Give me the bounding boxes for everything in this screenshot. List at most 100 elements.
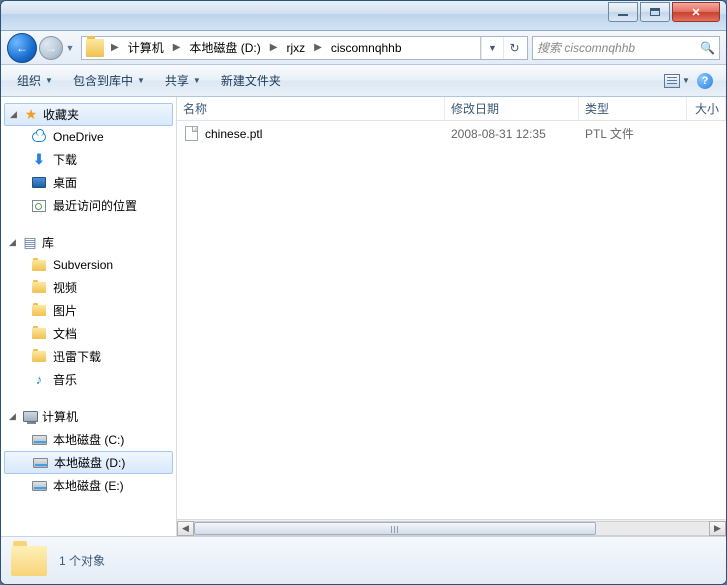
- folder-large-icon: [11, 546, 47, 576]
- collapse-icon[interactable]: ◢: [7, 411, 18, 422]
- computer-header[interactable]: ◢ 计算机: [1, 405, 176, 428]
- breadcrumb-folder1[interactable]: rjxz: [282, 41, 309, 55]
- sidebar-item-music[interactable]: ♪音乐: [1, 368, 176, 391]
- include-library-menu[interactable]: 包含到库中 ▼: [65, 68, 153, 93]
- address-bar[interactable]: ▶ 计算机 ▶ 本地磁盘 (D:) ▶ rjxz ▶ ciscomnqhhb ▼…: [81, 36, 528, 60]
- item-label: 图片: [53, 302, 77, 319]
- collapse-icon[interactable]: ◢: [8, 109, 19, 120]
- arrow-left-icon: ←: [16, 41, 28, 55]
- favorites-group: ◢ ★ 收藏夹 OneDrive ⬇ 下载 桌面 最近访问的位置: [1, 103, 176, 217]
- file-name: chinese.ptl: [205, 127, 262, 141]
- pictures-icon: [31, 303, 47, 319]
- minimize-button[interactable]: [608, 2, 638, 22]
- column-header-name[interactable]: 名称: [177, 97, 445, 120]
- refresh-button[interactable]: ↻: [503, 37, 525, 59]
- breadcrumb-folder2[interactable]: ciscomnqhhb: [327, 41, 406, 55]
- desktop-icon: [31, 175, 47, 191]
- file-date-cell: 2008-08-31 12:35: [445, 127, 579, 141]
- nav-back-button[interactable]: ←: [7, 33, 37, 63]
- explorer-window: ✕ ← → ▼ ▶ 计算机 ▶ 本地磁盘 (D:) ▶ rjxz ▶ cisco…: [0, 0, 727, 585]
- sidebar-item-downloads[interactable]: ⬇ 下载: [1, 148, 176, 171]
- libraries-header[interactable]: ◢ ▤ 库: [1, 231, 176, 254]
- explorer-body: ◢ ★ 收藏夹 OneDrive ⬇ 下载 桌面 最近访问的位置 ◢ ▤ 库 Su…: [1, 97, 726, 536]
- item-label: 本地磁盘 (E:): [53, 477, 124, 494]
- close-button[interactable]: ✕: [672, 2, 720, 22]
- collapse-icon[interactable]: ◢: [7, 237, 18, 248]
- column-header-date[interactable]: 修改日期: [445, 97, 579, 120]
- scroll-track[interactable]: [194, 521, 709, 536]
- nav-forward-button[interactable]: →: [39, 36, 63, 60]
- sidebar-item-drive-e[interactable]: 本地磁盘 (E:): [1, 474, 176, 497]
- download-icon: ⬇: [31, 152, 47, 168]
- file-name-cell: chinese.ptl: [177, 126, 445, 142]
- chevron-down-icon: ▼: [45, 76, 53, 85]
- sidebar-item-desktop[interactable]: 桌面: [1, 171, 176, 194]
- star-icon: ★: [23, 107, 39, 123]
- recent-icon: [31, 198, 47, 214]
- item-label: 本地磁盘 (C:): [53, 431, 124, 448]
- chevron-down-icon: ▼: [137, 76, 145, 85]
- sidebar-item-drive-c[interactable]: 本地磁盘 (C:): [1, 428, 176, 451]
- help-button[interactable]: ?: [692, 69, 718, 93]
- computer-label: 计算机: [42, 408, 78, 425]
- chevron-right-icon[interactable]: ▶: [265, 42, 283, 53]
- window-controls: ✕: [608, 2, 720, 22]
- breadcrumb-computer[interactable]: 计算机: [124, 39, 168, 56]
- maximize-button[interactable]: [640, 2, 670, 22]
- drive-icon: [31, 478, 47, 494]
- status-bar: 1 个对象: [1, 536, 726, 584]
- chevron-down-icon: ▼: [193, 76, 201, 85]
- nav-history-dropdown[interactable]: ▼: [63, 36, 77, 60]
- folder-icon: [86, 39, 104, 57]
- col-label: 类型: [585, 100, 609, 117]
- include-label: 包含到库中: [73, 72, 133, 89]
- organize-menu[interactable]: 组织 ▼: [9, 68, 61, 93]
- toolbar-right: ▼ ?: [664, 69, 718, 93]
- new-folder-button[interactable]: 新建文件夹: [213, 68, 289, 93]
- minimize-icon: [618, 14, 628, 16]
- sidebar-item-pictures[interactable]: 图片: [1, 299, 176, 322]
- view-options-button[interactable]: ▼: [664, 69, 690, 93]
- close-icon: ✕: [691, 6, 700, 19]
- address-dropdown-button[interactable]: ▼: [481, 37, 503, 59]
- column-header-type[interactable]: 类型: [579, 97, 687, 120]
- search-placeholder: 搜索 ciscomnqhhb: [537, 39, 635, 56]
- sidebar-item-documents[interactable]: 文档: [1, 322, 176, 345]
- col-label: 名称: [183, 100, 207, 117]
- libraries-group: ◢ ▤ 库 Subversion 视频 图片 文档 迅雷下载 ♪音乐: [1, 231, 176, 391]
- sidebar-item-onedrive[interactable]: OneDrive: [1, 126, 176, 148]
- share-menu[interactable]: 共享▼: [157, 68, 209, 93]
- item-label: 视频: [53, 279, 77, 296]
- documents-icon: [31, 326, 47, 342]
- scroll-left-button[interactable]: ◀: [177, 521, 194, 536]
- search-input[interactable]: 搜索 ciscomnqhhb 🔍: [532, 36, 720, 60]
- address-bar-buttons: ▼ ↻: [480, 37, 525, 59]
- refresh-icon: ↻: [509, 41, 519, 55]
- sidebar-item-thunder[interactable]: 迅雷下载: [1, 345, 176, 368]
- view-icon: [664, 74, 680, 88]
- breadcrumb-drive[interactable]: 本地磁盘 (D:): [185, 39, 264, 56]
- nav-buttons: ← → ▼: [7, 33, 77, 63]
- horizontal-scrollbar[interactable]: ◀ ▶: [177, 519, 726, 536]
- file-rows[interactable]: chinese.ptl 2008-08-31 12:35 PTL 文件: [177, 121, 726, 519]
- organize-label: 组织: [17, 72, 41, 89]
- column-header-size[interactable]: 大小: [687, 97, 726, 120]
- scroll-right-button[interactable]: ▶: [709, 521, 726, 536]
- maximize-icon: [650, 8, 660, 16]
- item-label: 下载: [53, 151, 77, 168]
- sidebar-item-drive-d[interactable]: 本地磁盘 (D:): [4, 451, 173, 474]
- item-label: Subversion: [53, 258, 113, 272]
- sidebar-item-subversion[interactable]: Subversion: [1, 254, 176, 276]
- cloud-icon: [31, 129, 47, 145]
- file-row[interactable]: chinese.ptl 2008-08-31 12:35 PTL 文件: [177, 121, 726, 146]
- scroll-thumb[interactable]: [194, 522, 596, 535]
- chevron-right-icon[interactable]: ▶: [106, 42, 124, 53]
- sidebar-item-video[interactable]: 视频: [1, 276, 176, 299]
- chevron-right-icon[interactable]: ▶: [168, 42, 186, 53]
- file-type-cell: PTL 文件: [579, 125, 687, 142]
- sidebar-item-recent[interactable]: 最近访问的位置: [1, 194, 176, 217]
- favorites-header[interactable]: ◢ ★ 收藏夹: [4, 103, 173, 126]
- item-label: OneDrive: [53, 130, 104, 144]
- chevron-right-icon[interactable]: ▶: [309, 42, 327, 53]
- folder-icon: [31, 257, 47, 273]
